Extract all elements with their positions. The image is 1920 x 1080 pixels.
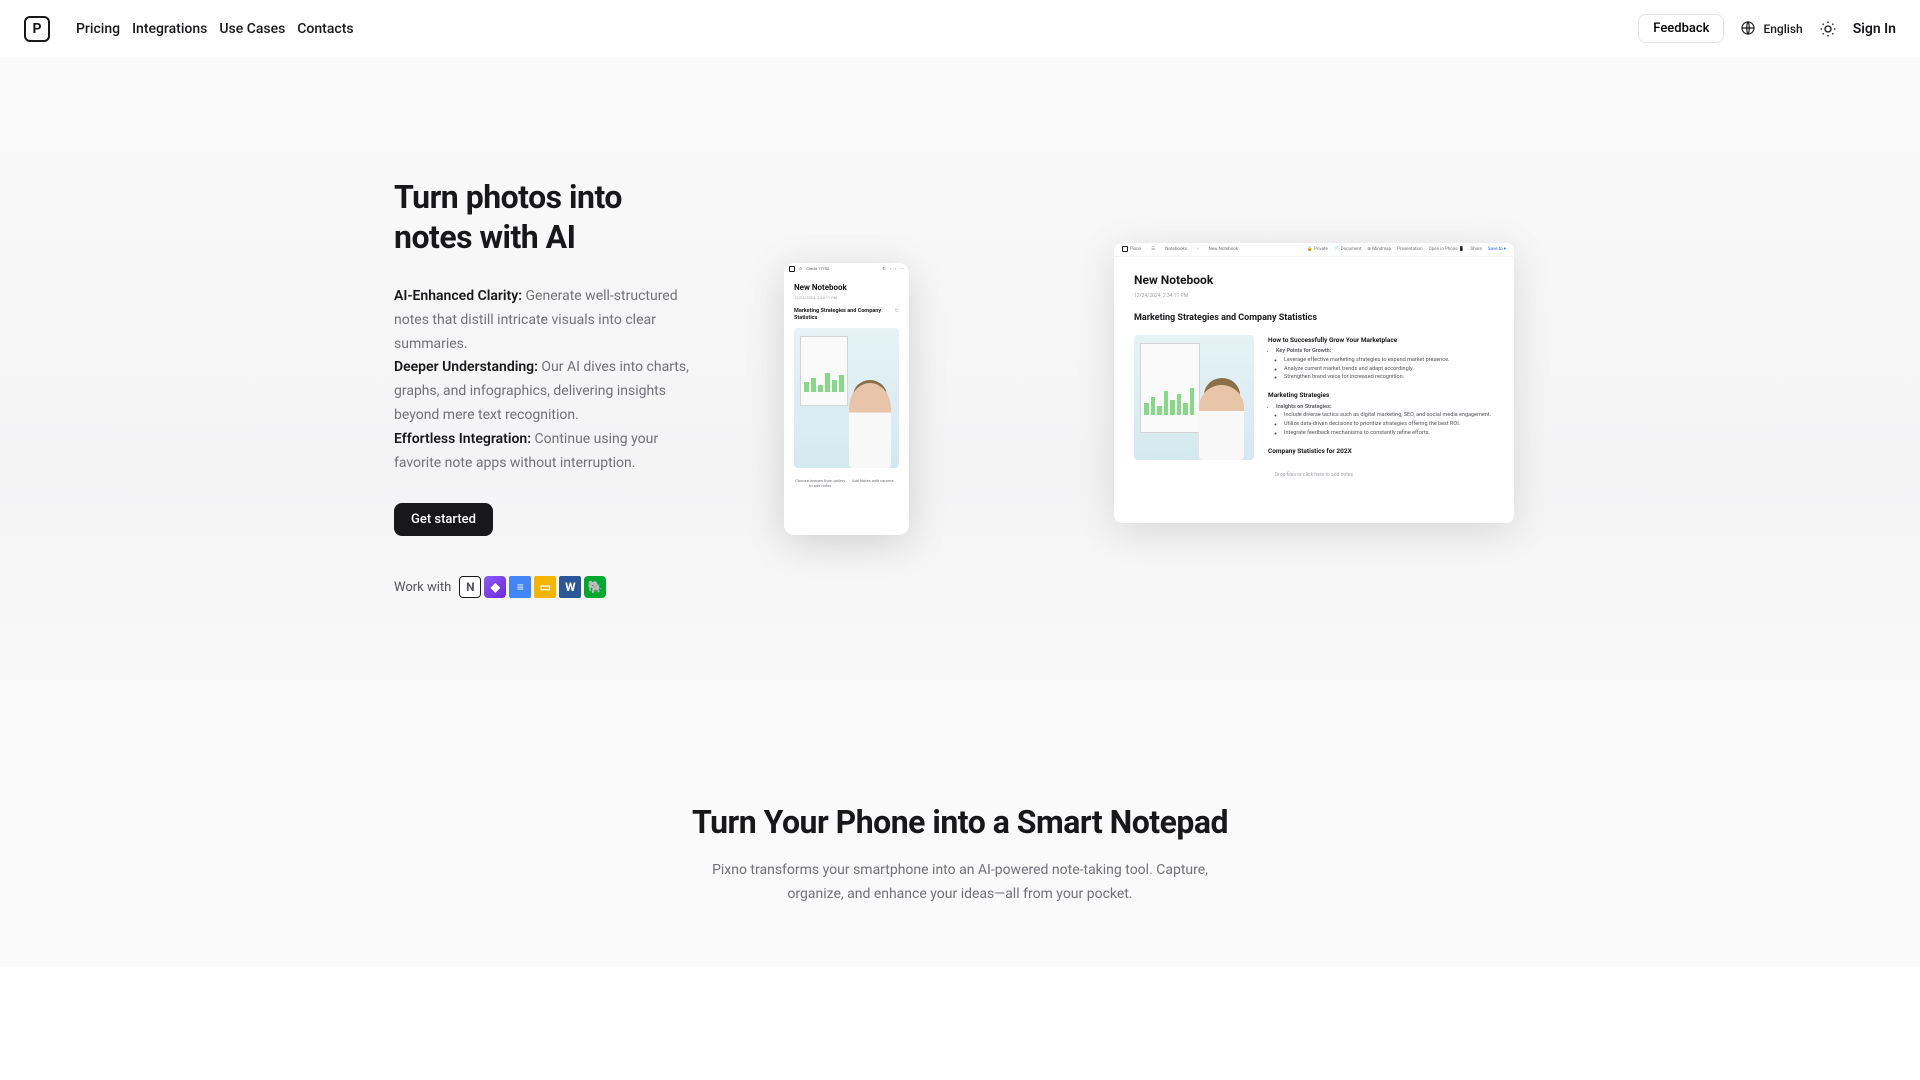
feature-clarity-label: AI-Enhanced Clarity: (394, 288, 522, 304)
note-s1-item-0: Leverage effective marketing strategies … (1284, 356, 1494, 365)
nav-integrations[interactable]: Integrations (132, 17, 207, 41)
nav-pricing[interactable]: Pricing (76, 17, 120, 41)
share-link: Share (1470, 247, 1481, 252)
note-s1-item-1: Analyze current market trends and adapt … (1284, 365, 1494, 374)
hero-features: AI-Enhanced Clarity: Generate well-struc… (394, 285, 694, 475)
desktop-mockup: Pixno ☰ Notebooks › New Notebook 🔒 Priva… (1114, 243, 1514, 523)
section2-desc: Pixno transforms your smartphone into an… (700, 859, 1220, 907)
hero-title: Turn photos into notes with AI (394, 177, 694, 257)
evernote-icon: 🐘 (584, 576, 606, 598)
note-photo (1134, 335, 1254, 460)
add-camera-btn: Add Notes with camera (848, 478, 898, 488)
tab-mindmap: ⊕ Mindmap (1367, 247, 1391, 252)
notebook-heading: Marketing Strategies and Company Statist… (1134, 313, 1494, 323)
theme-toggle-icon[interactable] (1819, 20, 1837, 38)
hero-container: Turn photos into notes with AI AI-Enhanc… (370, 177, 1550, 598)
private-toggle: 🔒 Private (1307, 247, 1328, 252)
logo-letter: P (32, 21, 41, 37)
feature-understanding: Deeper Understanding: Our AI dives into … (394, 356, 694, 427)
main-nav: Pricing Integrations Use Cases Contacts (76, 17, 354, 41)
note-s2-title: Marketing Strategies (1268, 390, 1494, 400)
language-switch[interactable]: English (1740, 20, 1802, 38)
section2-title: Turn Your Phone into a Smart Notepad (0, 803, 1920, 841)
logo[interactable]: P (24, 16, 50, 42)
note-s2-sub: Insights on Strategies: (1276, 403, 1494, 412)
feature-integration-label: Effortless Integration: (394, 431, 531, 447)
feature-clarity: AI-Enhanced Clarity: Generate well-struc… (394, 285, 694, 356)
feature-integration: Effortless Integration: Continue using y… (394, 428, 694, 476)
breadcrumb-notebooks: Notebooks (1165, 247, 1187, 252)
note-s2-item-2: Integrate feedback mechanisms to constan… (1284, 429, 1494, 438)
mockup-brand: Pixno (1130, 247, 1141, 252)
header-left: P Pricing Integrations Use Cases Contact… (24, 16, 354, 42)
note-s2-item-1: Utilize data-driven decisions to priorit… (1284, 420, 1494, 429)
word-icon: W (559, 576, 581, 598)
note-s1-item-2: Strengthen brand voice for increased rec… (1284, 373, 1494, 382)
mobile-credit: Credit 17752 (806, 266, 829, 271)
note-s3-title: Company Statistics for 202X (1268, 446, 1494, 456)
nav-contacts[interactable]: Contacts (297, 17, 353, 41)
open-phone-link: Open in Phone 📱 (1429, 247, 1465, 252)
mobile-body: New Notebook 12/24/2024, 2:34:11 PM ↻ Ma… (784, 275, 909, 500)
save-to-link: Save to ▾ (1488, 247, 1506, 252)
mockup-content: How to Successfully Grow Your Marketplac… (1134, 335, 1494, 460)
note-s1-title: How to Successfully Grow Your Marketplac… (1268, 335, 1494, 345)
mobile-topbar: ⊙ Credit 17752 ↻‹›⋯ (784, 263, 909, 275)
note-text: How to Successfully Grow Your Marketplac… (1268, 335, 1494, 460)
hero-section: Turn photos into notes with AI AI-Enhanc… (0, 57, 1920, 748)
mobile-date: 12/24/2024, 2:34:11 PM (794, 295, 899, 300)
reload-icon: ↻ (895, 308, 899, 314)
nav-use-cases[interactable]: Use Cases (219, 17, 285, 41)
dropzone: Drop files or click here to add notes (1134, 472, 1494, 478)
tab-presentation: Presentation (1397, 247, 1422, 252)
google-slides-icon: ▭ (534, 576, 556, 598)
feature-understanding-label: Deeper Understanding: (394, 359, 538, 375)
notebook-title: New Notebook (1134, 273, 1494, 287)
globe-icon (1740, 20, 1758, 38)
mobile-bottom-actions: Choose images from gallery to add notes … (794, 474, 899, 492)
notebook-date: 12/24/2024, 2:34:11 PM (1134, 293, 1494, 299)
note-s1-sub: Key Points for Growth: (1276, 347, 1494, 356)
note-s2-item-0: Include diverse tactics such as digital … (1284, 411, 1494, 420)
notion-icon: N (459, 576, 481, 598)
google-docs-icon: ≡ (509, 576, 531, 598)
mobile-heading-row: ↻ Marketing Strategies and Company Stati… (794, 308, 899, 322)
header-right: Feedback English Sign In (1638, 14, 1896, 43)
mobile-heading: Marketing Strategies and Company Statist… (794, 308, 899, 322)
obsidian-icon: ◆ (484, 576, 506, 598)
hero-text: Turn photos into notes with AI AI-Enhanc… (394, 177, 694, 598)
mobile-title: New Notebook (794, 283, 899, 292)
site-header: P Pricing Integrations Use Cases Contact… (0, 0, 1920, 57)
tab-document: 📄 Document (1334, 247, 1361, 252)
mobile-photo (794, 328, 899, 468)
mockup-body: New Notebook 12/24/2024, 2:34:11 PM Mark… (1114, 257, 1514, 494)
notepad-section: Turn Your Phone into a Smart Notepad Pix… (0, 748, 1920, 967)
app-icons: N ◆ ≡ ▭ W 🐘 (459, 576, 606, 598)
hero-visual: Pixno ☰ Notebooks › New Notebook 🔒 Priva… (754, 223, 1526, 553)
feedback-button[interactable]: Feedback (1638, 14, 1724, 43)
choose-gallery-btn: Choose images from gallery to add notes (795, 478, 845, 488)
sign-in-link[interactable]: Sign In (1853, 21, 1896, 37)
language-label: English (1763, 22, 1802, 36)
mockup-topbar: Pixno ☰ Notebooks › New Notebook 🔒 Priva… (1114, 243, 1514, 257)
breadcrumb-current: New Notebook (1209, 247, 1239, 252)
work-with-label: Work with (394, 580, 451, 595)
mobile-mockup: ⊙ Credit 17752 ↻‹›⋯ New Notebook 12/24/2… (784, 263, 909, 535)
get-started-button[interactable]: Get started (394, 503, 493, 536)
work-with-row: Work with N ◆ ≡ ▭ W 🐘 (394, 576, 694, 598)
